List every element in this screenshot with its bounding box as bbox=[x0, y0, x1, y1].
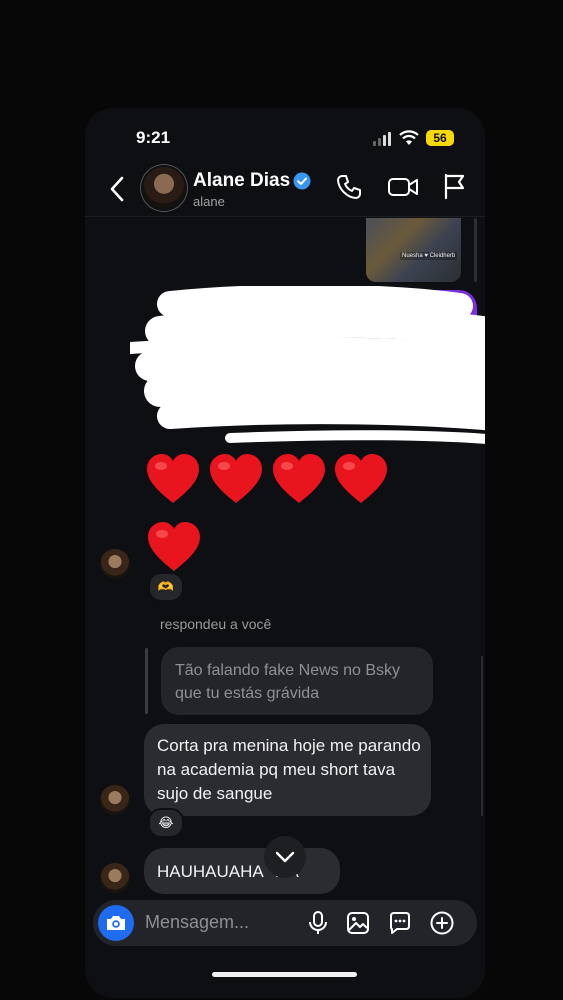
camera-icon bbox=[107, 916, 125, 930]
contact-avatar-small[interactable] bbox=[100, 549, 130, 579]
add-circle-icon[interactable] bbox=[429, 910, 455, 936]
status-bar: 9:21 56 bbox=[85, 128, 485, 152]
header-divider bbox=[85, 216, 485, 217]
received-message-bubble[interactable]: HAUHAUAHA AA bbox=[144, 848, 340, 894]
laugh-reaction[interactable]: 😂 bbox=[148, 808, 184, 838]
camera-button[interactable] bbox=[98, 905, 134, 941]
contact-name[interactable]: Alane Dias bbox=[193, 170, 290, 192]
verified-badge-icon bbox=[293, 172, 311, 190]
heart-emoji[interactable] bbox=[208, 451, 264, 507]
contact-handle: alane bbox=[193, 194, 225, 209]
phone-call-icon[interactable] bbox=[335, 173, 363, 201]
scroll-track bbox=[481, 656, 483, 816]
scroll-to-bottom-button[interactable] bbox=[264, 836, 306, 878]
status-time: 9:21 bbox=[136, 128, 171, 147]
reply-indicator-bar bbox=[145, 648, 148, 714]
message-input[interactable] bbox=[143, 911, 297, 934]
contact-avatar-small[interactable] bbox=[100, 785, 130, 815]
received-message-bubble[interactable]: Corta pra menina hoje me parando na acad… bbox=[144, 724, 431, 816]
report-flag-icon[interactable] bbox=[441, 172, 467, 200]
quoted-message-text: Tão falando fake News no Bsky que tu est… bbox=[175, 662, 401, 702]
heart-emoji[interactable] bbox=[145, 451, 201, 507]
message-text: Corta pra menina hoje me parando na acad… bbox=[157, 736, 421, 803]
media-scroll-track bbox=[474, 218, 477, 282]
signal-icon bbox=[373, 132, 395, 146]
message-text: HAUHAUAHA AA bbox=[157, 862, 299, 881]
media-caption: Nuesha ♥ Cleidherb bbox=[400, 252, 458, 260]
wifi-icon bbox=[399, 130, 419, 145]
home-indicator bbox=[212, 972, 357, 977]
quoted-message-bubble[interactable]: Tão falando fake News no Bsky que tu est… bbox=[161, 647, 433, 715]
microphone-icon[interactable] bbox=[305, 910, 331, 936]
contact-avatar[interactable] bbox=[143, 167, 185, 209]
phone-screen: 9:21 56 Alane Dias alane Nuesha ♥ Cleidh… bbox=[85, 108, 485, 998]
redaction-scribble bbox=[130, 286, 485, 444]
back-arrow-icon[interactable] bbox=[107, 174, 127, 204]
sticker-chat-icon[interactable] bbox=[387, 910, 413, 936]
chat-header: Alane Dias alane bbox=[85, 160, 485, 218]
shared-media-thumbnail[interactable]: Nuesha ♥ Cleidherb bbox=[366, 218, 461, 282]
contact-avatar-small[interactable] bbox=[100, 863, 130, 893]
replied-label: respondeu a você bbox=[160, 616, 272, 632]
heart-hands-reaction[interactable]: 🫶 bbox=[148, 572, 184, 602]
message-composer bbox=[93, 900, 477, 946]
heart-emoji[interactable] bbox=[146, 519, 202, 575]
heart-emoji[interactable] bbox=[271, 451, 327, 507]
gallery-icon[interactable] bbox=[345, 910, 371, 936]
heart-emoji[interactable] bbox=[333, 451, 389, 507]
video-call-icon[interactable] bbox=[387, 174, 419, 200]
battery-indicator: 56 bbox=[426, 130, 454, 146]
chevron-down-icon bbox=[275, 851, 295, 863]
